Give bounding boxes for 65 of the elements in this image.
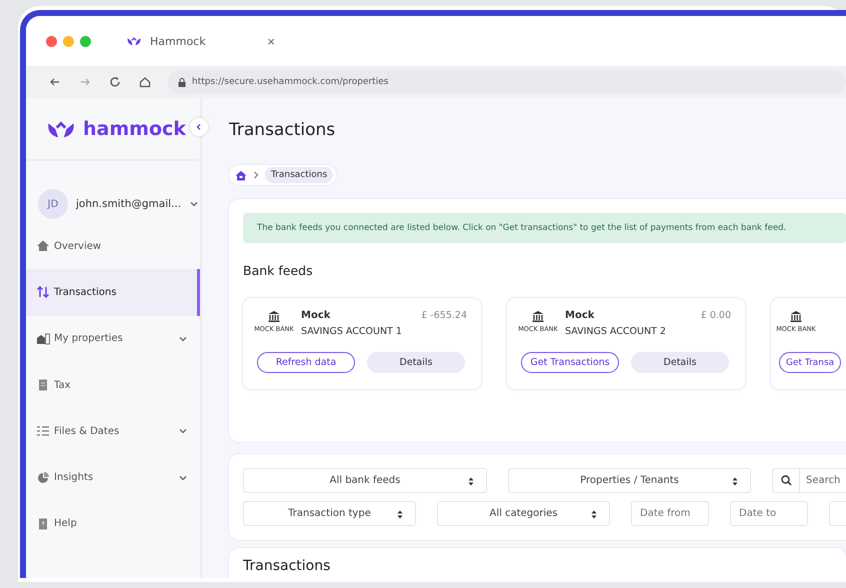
bank-building-icon <box>532 310 544 322</box>
date-field[interactable]: Date from <box>631 501 709 526</box>
search-button[interactable] <box>772 468 800 493</box>
address-bar[interactable]: https://secure.usehammock.com/properties <box>168 70 846 94</box>
account-balance: £ -655.24 <box>421 310 467 323</box>
hammock-logo-icon <box>127 36 141 46</box>
sidebar-item[interactable]: Insights <box>26 454 200 501</box>
date-field[interactable]: Date to <box>730 501 808 526</box>
bank-building-icon <box>268 310 280 322</box>
dropdown-select[interactable]: Transaction type <box>243 501 416 526</box>
close-window-button[interactable] <box>46 36 57 46</box>
bank-name: Mock <box>565 310 596 321</box>
home-icon[interactable] <box>139 76 151 88</box>
action-button[interactable]: Get Transactions <box>521 352 619 373</box>
section-title: Transactions <box>243 558 332 574</box>
account-name: SAVINGS ACCOUNT 2 <box>565 326 667 337</box>
chevron-right-icon <box>253 171 259 179</box>
sort-arrows-icon <box>591 510 597 519</box>
search-icon <box>780 475 792 486</box>
hammock-logo-icon <box>47 118 75 138</box>
page-title: Transactions <box>229 120 336 140</box>
chevron-left-icon <box>195 123 203 131</box>
action-button[interactable]: Refresh data <box>257 352 355 373</box>
sidebar-item[interactable]: Overview <box>26 223 200 270</box>
dropdown-select[interactable]: All categories <box>437 501 610 526</box>
section-title: Bank feeds <box>243 263 314 278</box>
details-button[interactable]: Details <box>367 352 465 373</box>
checklist-icon <box>36 424 50 438</box>
document-icon <box>36 378 50 392</box>
bank-name: Mock <box>301 310 332 321</box>
account-balance: £ 0.00 <box>700 310 731 323</box>
user-avatar[interactable]: JD <box>38 189 68 219</box>
user-email[interactable]: john.smith@gmail... <box>76 198 182 210</box>
browser-tab-title[interactable]: Hammock <box>150 34 206 48</box>
account-name: SAVINGS ACCOUNT 1 <box>301 326 403 337</box>
collapse-sidebar-button[interactable] <box>190 118 208 136</box>
action-button[interactable]: Get Transa <box>779 352 842 373</box>
home-icon[interactable] <box>235 170 247 180</box>
chevron-down-icon <box>189 199 200 209</box>
breadcrumb-link[interactable]: Transactions <box>265 167 334 183</box>
logo-wordmark: hammock <box>83 118 186 140</box>
dropdown-select[interactable]: All bank feeds <box>243 468 487 493</box>
lock-icon <box>178 78 186 86</box>
reload-icon[interactable] <box>109 76 121 88</box>
search-field[interactable]: Search <box>800 468 846 493</box>
up-down-arrows-icon <box>36 285 50 300</box>
sort-arrows-icon <box>397 510 403 519</box>
buildings-icon <box>36 332 50 346</box>
info-banner: The bank feeds you connected are listed below. Click on "Get transactions" to get the list of payments from each bank feed. <box>243 213 846 243</box>
tab-close-button[interactable]: × <box>267 34 275 48</box>
details-button[interactable]: Details <box>631 352 729 373</box>
bank-building-icon <box>790 310 802 322</box>
sort-arrows-icon <box>468 477 474 486</box>
help-document-icon <box>36 516 50 531</box>
dropdown-select[interactable]: Properties / Tenants <box>508 468 751 493</box>
sidebar-item[interactable]: Files & Dates <box>26 408 200 454</box>
pie-chart-icon <box>36 470 50 485</box>
house-icon <box>36 239 50 254</box>
sidebar-item[interactable]: Tax <box>26 362 200 408</box>
sidebar-item[interactable]: Help <box>26 500 200 548</box>
sidebar-item[interactable]: Transactions <box>26 269 200 316</box>
sidebar-item[interactable]: My properties <box>26 316 200 362</box>
date-field[interactable] <box>829 501 846 526</box>
sort-arrows-icon <box>732 477 738 486</box>
back-arrow-icon[interactable] <box>49 76 61 88</box>
